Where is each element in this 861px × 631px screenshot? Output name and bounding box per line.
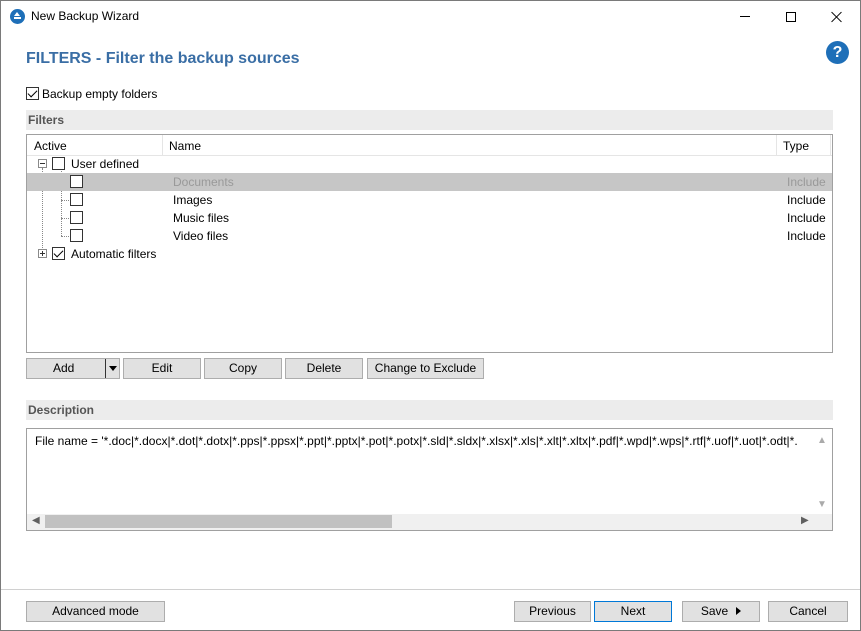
column-divider[interactable] <box>162 135 163 156</box>
minimize-button[interactable] <box>722 1 768 32</box>
save-button-label: Save <box>700 604 729 618</box>
column-header-type[interactable]: Type <box>783 139 809 153</box>
table-row[interactable]: Documents Include <box>27 173 832 191</box>
filter-name: Documents <box>173 175 234 189</box>
filters-section-header: Filters <box>26 110 833 130</box>
group-checkbox[interactable] <box>52 247 65 260</box>
filter-type: Include <box>787 193 826 207</box>
close-button[interactable] <box>814 1 860 32</box>
row-checkbox[interactable] <box>70 229 83 242</box>
column-header-active[interactable]: Active <box>34 139 67 153</box>
row-checkbox[interactable] <box>70 211 83 224</box>
description-text: File name = '*.doc|*.docx|*.dot|*.dotx|*… <box>35 434 798 448</box>
chevron-down-icon[interactable] <box>105 359 119 378</box>
save-button[interactable]: Save <box>682 601 760 622</box>
tree-group-user-defined[interactable]: User defined <box>27 155 832 173</box>
row-checkbox[interactable] <box>70 175 83 188</box>
table-row[interactable]: Video files Include <box>27 227 832 245</box>
advanced-mode-button[interactable]: Advanced mode <box>26 601 165 622</box>
column-divider[interactable] <box>776 135 777 156</box>
edit-button[interactable]: Edit <box>123 358 201 379</box>
wizard-window: New Backup Wizard FILTERS - Filter the b… <box>0 0 861 631</box>
maximize-button[interactable] <box>768 1 814 32</box>
filters-grid: Active Name Type User defined Documents … <box>26 134 833 353</box>
scroll-right-icon[interactable]: ▶ <box>801 515 809 526</box>
group-checkbox[interactable] <box>52 157 65 170</box>
minimize-icon <box>740 16 750 17</box>
horizontal-scrollbar[interactable]: ◀ ▶ <box>27 514 832 530</box>
help-icon[interactable]: ? <box>826 41 849 64</box>
change-to-exclude-button[interactable]: Change to Exclude <box>367 358 484 379</box>
window-title: New Backup Wizard <box>31 9 140 23</box>
delete-button[interactable]: Delete <box>285 358 363 379</box>
column-divider[interactable] <box>830 135 831 156</box>
group-label: User defined <box>71 157 140 171</box>
collapse-icon[interactable] <box>38 159 47 168</box>
backup-empty-folders-checkbox[interactable] <box>26 87 39 100</box>
backup-empty-folders-label[interactable]: Backup empty folders <box>42 87 157 101</box>
row-checkbox[interactable] <box>70 193 83 206</box>
add-button-label: Add <box>53 361 75 375</box>
scroll-down-icon[interactable]: ▼ <box>817 499 827 510</box>
filter-name: Images <box>173 193 213 207</box>
tree-group-automatic-filters[interactable]: Automatic filters <box>27 245 832 263</box>
add-button[interactable]: Add <box>26 358 120 379</box>
group-label: Automatic filters <box>71 247 157 261</box>
expand-icon[interactable] <box>38 249 47 258</box>
app-icon <box>10 9 25 24</box>
table-row[interactable]: Images Include <box>27 191 832 209</box>
filter-type: Include <box>787 211 826 225</box>
grid-header: Active Name Type <box>27 135 832 156</box>
cancel-button[interactable]: Cancel <box>768 601 848 622</box>
description-box[interactable]: File name = '*.doc|*.docx|*.dot|*.dotx|*… <box>26 428 833 531</box>
filter-type: Include <box>787 175 826 189</box>
column-header-name[interactable]: Name <box>169 139 201 153</box>
table-row[interactable]: Music files Include <box>27 209 832 227</box>
next-button[interactable]: Next <box>594 601 672 622</box>
filter-name: Video files <box>173 229 229 243</box>
filter-name: Music files <box>173 211 230 225</box>
previous-button[interactable]: Previous <box>514 601 591 622</box>
close-icon <box>831 11 843 23</box>
caret-right-icon <box>736 607 742 615</box>
page-title: FILTERS - Filter the backup sources <box>26 50 300 67</box>
scroll-left-icon[interactable]: ◀ <box>32 515 40 526</box>
copy-button[interactable]: Copy <box>204 358 282 379</box>
maximize-icon <box>786 11 796 22</box>
scroll-up-icon[interactable]: ▲ <box>817 435 827 446</box>
footer-divider <box>1 589 860 590</box>
description-section-header: Description <box>26 400 833 420</box>
filter-type: Include <box>787 229 826 243</box>
title-bar: New Backup Wizard <box>1 1 860 32</box>
scrollbar-thumb[interactable] <box>45 515 392 528</box>
